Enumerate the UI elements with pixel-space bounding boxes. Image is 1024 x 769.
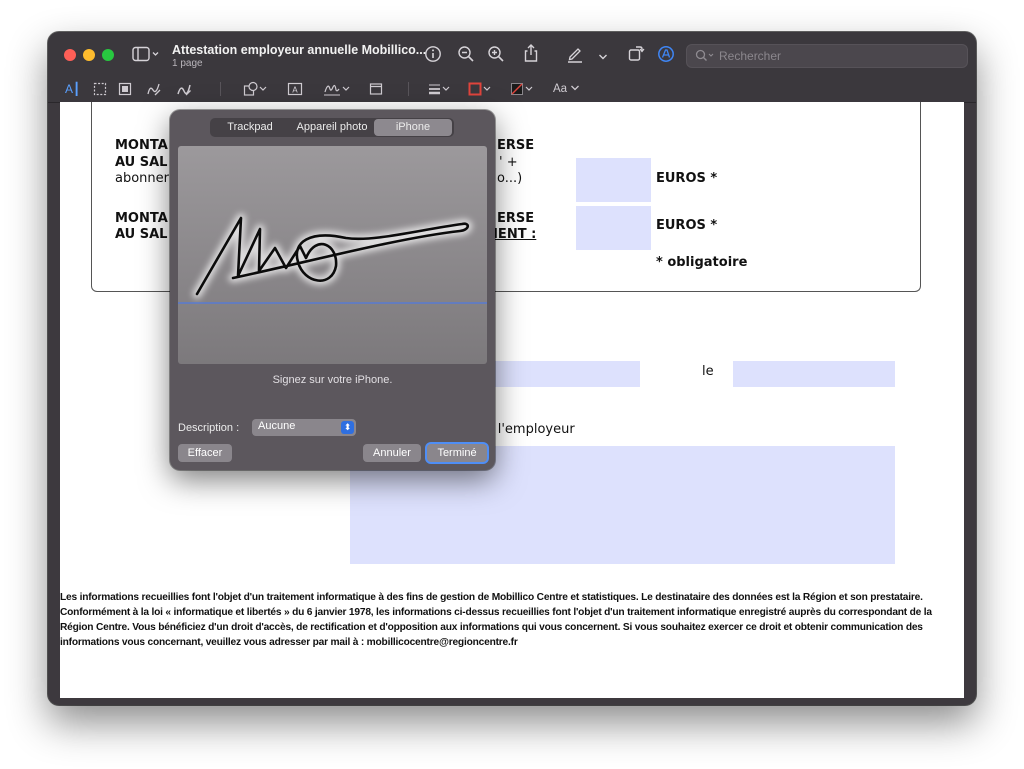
clear-button[interactable]: Effacer xyxy=(178,444,232,462)
row2-label-line1: MONTA xyxy=(115,211,168,226)
mandatory-note: * obligatoire xyxy=(656,255,748,270)
row1-unit: EUROS * xyxy=(656,171,718,186)
row2-unit: EUROS * xyxy=(656,218,718,233)
tab-camera[interactable]: Appareil photo xyxy=(289,119,375,136)
row1-label-line2: AU SAL xyxy=(115,155,168,170)
done-button[interactable]: Terminé xyxy=(427,444,487,462)
signature-popover: Trackpad Appareil photo iPhone Signez su… xyxy=(170,110,495,470)
signature-hint: Signez sur votre iPhone. xyxy=(272,374,393,386)
share-button[interactable] xyxy=(522,43,540,67)
shapes-tool[interactable] xyxy=(243,81,269,101)
rectangular-selection-tool[interactable] xyxy=(93,82,107,100)
sketch-icon xyxy=(147,83,161,96)
chevron-down-icon xyxy=(571,85,580,91)
title-bar: Attestation employeur annuelle Mobillico… xyxy=(48,32,976,76)
description-select[interactable]: Aucune ⬍ xyxy=(252,419,356,436)
signature-drawing xyxy=(178,213,487,304)
amount-field-2[interactable] xyxy=(576,206,651,250)
toolbar-divider xyxy=(408,82,409,96)
signature-pad[interactable] xyxy=(178,146,487,364)
date-field[interactable] xyxy=(733,361,895,387)
markup-toolbar: A┃ A Aa xyxy=(48,76,976,103)
cancel-button[interactable]: Annuler xyxy=(363,444,421,462)
note-tool[interactable] xyxy=(369,82,383,100)
date-label: le xyxy=(702,364,714,379)
rotate-button[interactable] xyxy=(627,44,645,66)
zoom-window-button[interactable] xyxy=(102,49,114,61)
border-color-icon xyxy=(468,82,491,96)
page-count: 1 page xyxy=(172,58,203,69)
row1-label-line1: MONTA xyxy=(115,138,168,153)
instant-alpha-icon xyxy=(118,82,132,96)
row2-right-line1: ERSE xyxy=(497,211,535,226)
search-input[interactable] xyxy=(717,46,961,66)
text-cursor-icon: A┃ xyxy=(65,82,81,96)
sidebar-toggle-button[interactable] xyxy=(132,46,160,66)
markup-menu-button[interactable] xyxy=(598,49,608,65)
note-icon xyxy=(369,83,383,95)
chevron-down-icon xyxy=(599,54,607,60)
row1-right-line3: o...) xyxy=(497,171,523,186)
info-icon xyxy=(425,46,441,62)
text-selection-tool[interactable]: A┃ xyxy=(65,81,80,97)
border-color-menu[interactable] xyxy=(468,82,494,100)
row1-right-line2: ' + xyxy=(499,155,518,170)
row1-right-line1: ERSE xyxy=(497,138,535,153)
zoom-in-button[interactable] xyxy=(487,45,505,67)
text-style-label: Aa xyxy=(553,83,568,95)
shapes-icon xyxy=(243,81,267,96)
tab-trackpad[interactable]: Trackpad xyxy=(212,119,288,136)
share-icon xyxy=(524,44,538,62)
fill-color-icon xyxy=(511,83,533,95)
search-icon xyxy=(695,49,715,66)
place-field[interactable] xyxy=(490,361,640,387)
pen-icon xyxy=(568,48,582,63)
line-style-menu[interactable] xyxy=(428,82,452,100)
employer-label: le l'employeur xyxy=(482,422,575,437)
minimize-window-button[interactable] xyxy=(83,49,95,61)
zoom-in-icon xyxy=(488,46,504,62)
sketch-tool[interactable] xyxy=(146,81,162,101)
legal-notice: Les informations recueillies font l'obje… xyxy=(60,592,932,648)
search-field[interactable] xyxy=(686,44,968,68)
signature-icon xyxy=(324,84,350,96)
rotate-icon xyxy=(628,46,645,61)
signature-tool[interactable] xyxy=(323,80,351,102)
close-window-button[interactable] xyxy=(64,49,76,61)
fill-color-menu[interactable] xyxy=(510,82,536,100)
instant-alpha-tool[interactable] xyxy=(118,82,132,100)
draw-tool[interactable] xyxy=(176,81,192,101)
annotate-icon xyxy=(658,46,674,62)
text-style-menu[interactable]: Aa xyxy=(553,81,580,97)
stepper-chevron-icon: ⬍ xyxy=(341,421,354,434)
markup-button[interactable] xyxy=(566,44,584,68)
signature-source-tabs: Trackpad Appareil photo iPhone xyxy=(210,118,454,137)
draw-icon xyxy=(177,84,191,96)
zoom-out-button[interactable] xyxy=(457,45,475,67)
row1-label-line3: abonner xyxy=(115,171,169,186)
description-label: Description : xyxy=(178,422,240,434)
zoom-out-icon xyxy=(458,46,474,62)
text-box-icon: A xyxy=(287,82,303,96)
window-title: Attestation employeur annuelle Mobillico… xyxy=(172,43,427,57)
tab-iphone[interactable]: iPhone xyxy=(374,119,452,136)
rect-select-icon xyxy=(93,82,107,96)
toolbar-divider xyxy=(220,82,221,96)
row2-label-line2: AU SAL xyxy=(115,227,168,242)
text-box-tool[interactable]: A xyxy=(287,82,303,100)
annotate-button[interactable] xyxy=(657,45,675,67)
description-value: Aucune xyxy=(258,420,296,432)
info-button[interactable] xyxy=(424,45,442,67)
svg-text:A: A xyxy=(292,86,298,95)
amount-field-1[interactable] xyxy=(576,158,651,202)
sidebar-icon xyxy=(132,46,159,62)
line-style-icon xyxy=(429,84,450,95)
